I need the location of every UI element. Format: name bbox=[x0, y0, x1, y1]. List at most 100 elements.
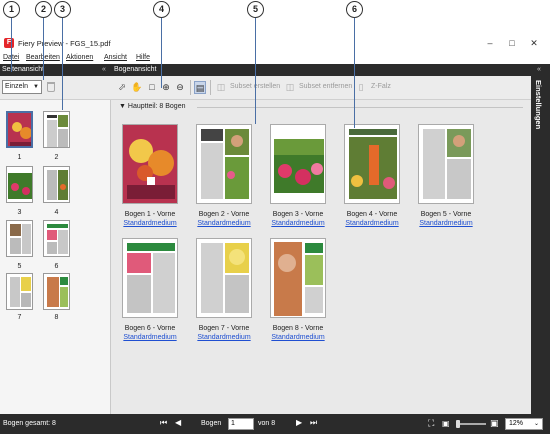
sheet-layout-icon[interactable]: ▤ bbox=[194, 81, 206, 94]
page-thumb-label-6: 6 bbox=[54, 263, 59, 270]
sheet-card-media-link-7[interactable]: Standardmedium bbox=[187, 334, 261, 341]
chevron-down-icon: ⌄ bbox=[533, 421, 539, 427]
callout-line-5 bbox=[255, 18, 256, 124]
callout-line-4 bbox=[161, 18, 162, 88]
settings-panel-collapsed[interactable]: « Einstellungen bbox=[531, 64, 550, 414]
toolbar-divider bbox=[190, 80, 191, 95]
sheet-card-7[interactable] bbox=[196, 238, 252, 318]
page-thumb-label-4: 4 bbox=[54, 209, 59, 216]
page-thumb-label-7: 7 bbox=[17, 314, 22, 321]
zoom-slider[interactable] bbox=[456, 423, 486, 425]
zoom-select[interactable]: 12% ⌄ bbox=[505, 418, 543, 430]
page-thumb-7[interactable] bbox=[6, 273, 33, 310]
last-page-icon[interactable]: ⏭ bbox=[310, 418, 317, 428]
sheet-card-label-3: Bogen 3 - Vorne bbox=[272, 211, 324, 218]
sheet-card-media-link-5[interactable]: Standardmedium bbox=[409, 220, 483, 227]
section-header[interactable]: ▼ Hauptteil: 8 Bogen bbox=[119, 103, 186, 110]
zoom-slider-handle[interactable] bbox=[456, 420, 460, 428]
sheet-card-label-2: Bogen 2 - Vorne bbox=[198, 211, 250, 218]
page-thumb-label-2: 2 bbox=[54, 154, 59, 161]
page-view-toolbar: Einzeln ▼ bbox=[0, 76, 111, 100]
callout-line-3 bbox=[62, 18, 63, 110]
sheet-card-3[interactable] bbox=[270, 124, 326, 204]
pointer-icon[interactable]: ⬀ bbox=[116, 81, 128, 94]
menu-hilfe[interactable]: Hilfe bbox=[136, 54, 150, 61]
sheet-card-2[interactable] bbox=[196, 124, 252, 204]
sheet-view-area: ▼ Hauptteil: 8 Bogen Bogen 1 - Vorne Sta… bbox=[111, 100, 531, 414]
sheet-card-media-link-1[interactable]: Standardmedium bbox=[113, 220, 187, 227]
maximize-icon[interactable]: □ bbox=[505, 37, 519, 49]
chevron-down-icon: ▼ bbox=[33, 84, 39, 90]
status-bar: Bogen gesamt: 8 ⏮ ◀ Bogen 1 von 8 ▶ ⏭ ⛶ … bbox=[0, 414, 550, 434]
menu-ansicht[interactable]: Ansicht bbox=[104, 54, 127, 61]
callout-4: 4 bbox=[153, 1, 170, 18]
page-thumb-5[interactable] bbox=[6, 220, 33, 257]
sheet-card-media-link-6[interactable]: Standardmedium bbox=[113, 334, 187, 341]
hand-icon[interactable]: ✋ bbox=[131, 81, 143, 94]
title-bar: F Fiery Preview - FGS_15.pdf – □ ✕ bbox=[0, 33, 550, 53]
section-divider bbox=[197, 107, 523, 108]
page-thumb-8[interactable] bbox=[43, 273, 70, 310]
crop-icon[interactable]: □ bbox=[146, 81, 158, 94]
small-thumbnail-icon[interactable]: ▣ bbox=[442, 419, 450, 428]
prev-page-icon[interactable]: ◀ bbox=[175, 418, 181, 427]
close-icon[interactable]: ✕ bbox=[527, 37, 541, 49]
z-fold-button[interactable]: Z-Falz bbox=[371, 83, 391, 90]
chevron-down-icon: ▼ bbox=[119, 103, 126, 110]
menu-aktionen[interactable]: Aktionen bbox=[66, 54, 93, 61]
page-thumb-4[interactable] bbox=[43, 166, 70, 203]
sheet-card-4[interactable] bbox=[344, 124, 400, 204]
sheet-card-1[interactable] bbox=[122, 124, 178, 204]
menu-bar: Datei Bearbeiten Aktionen Ansicht Hilfe bbox=[0, 53, 550, 64]
sheet-card-label-7: Bogen 7 - Vorne bbox=[198, 325, 250, 332]
expand-right-icon[interactable]: « bbox=[537, 66, 541, 73]
zoom-out-icon[interactable]: ⊖ bbox=[174, 81, 186, 94]
page-thumb-label-8: 8 bbox=[54, 314, 59, 321]
page-thumb-label-5: 5 bbox=[17, 263, 22, 270]
sheet-card-media-link-8[interactable]: Standardmedium bbox=[261, 334, 335, 341]
view-mode-select[interactable]: Einzeln ▼ bbox=[2, 80, 42, 94]
page-thumb-6[interactable] bbox=[43, 220, 70, 257]
page-count-label: von 8 bbox=[258, 420, 276, 427]
page-thumbnails-panel: 1 2 3 4 5 6 7 8 bbox=[0, 100, 111, 414]
sheet-card-media-link-3[interactable]: Standardmedium bbox=[261, 220, 335, 227]
sheet-card-label-5: Bogen 5 - Vorne bbox=[420, 211, 472, 218]
remove-subset-icon[interactable]: ◫ bbox=[284, 81, 296, 94]
large-thumbnail-icon[interactable]: ▣ bbox=[490, 418, 499, 429]
callout-1: 1 bbox=[3, 1, 20, 18]
sheet-card-media-link-2[interactable]: Standardmedium bbox=[187, 220, 261, 227]
callout-line-6 bbox=[354, 18, 355, 128]
settings-label: Einstellungen bbox=[534, 80, 543, 130]
sheet-card-6[interactable] bbox=[122, 238, 178, 318]
page-label: Bogen bbox=[201, 420, 222, 427]
page-number-input[interactable]: 1 bbox=[228, 418, 254, 430]
sheet-card-media-link-4[interactable]: Standardmedium bbox=[335, 220, 409, 227]
first-page-icon[interactable]: ⏮ bbox=[160, 418, 167, 428]
trash-icon[interactable] bbox=[47, 82, 55, 92]
page-thumb-1[interactable] bbox=[6, 111, 33, 148]
sheet-view-header: Bogenansicht bbox=[111, 64, 531, 76]
callout-6: 6 bbox=[346, 1, 363, 18]
minimize-icon[interactable]: – bbox=[483, 37, 497, 49]
page-thumb-3[interactable] bbox=[6, 166, 33, 203]
sheet-card-8[interactable] bbox=[270, 238, 326, 318]
section-title: Hauptteil: 8 Bogen bbox=[127, 103, 186, 110]
sheet-view-toolbar: ⬀ ✋ □ ⊕ ⊖ ▤ ◫ Subset erstellen ◫ Subset … bbox=[111, 76, 531, 100]
create-subset-icon[interactable]: ◫ bbox=[215, 81, 227, 94]
fit-page-icon[interactable]: ⛶ bbox=[428, 418, 434, 429]
callout-2: 2 bbox=[35, 1, 52, 18]
page-thumb-2[interactable] bbox=[43, 111, 70, 148]
next-page-icon[interactable]: ▶ bbox=[296, 418, 302, 427]
window-title: Fiery Preview - FGS_15.pdf bbox=[18, 39, 111, 48]
toolbar-divider bbox=[210, 80, 211, 95]
sheet-view-title: Bogenansicht bbox=[114, 66, 157, 73]
z-fold-icon[interactable]: ▯ bbox=[355, 81, 367, 94]
remove-subset-button[interactable]: Subset entfernen bbox=[299, 83, 352, 90]
zoom-value: 12% bbox=[509, 420, 524, 427]
callout-line-2 bbox=[43, 18, 44, 80]
collapse-left-icon[interactable]: « bbox=[102, 66, 106, 73]
view-mode-value: Einzeln bbox=[5, 83, 28, 90]
fiery-logo-icon: F bbox=[4, 38, 14, 48]
sheet-card-5[interactable] bbox=[418, 124, 474, 204]
sheet-card-label-8: Bogen 8 - Vorne bbox=[272, 325, 324, 332]
